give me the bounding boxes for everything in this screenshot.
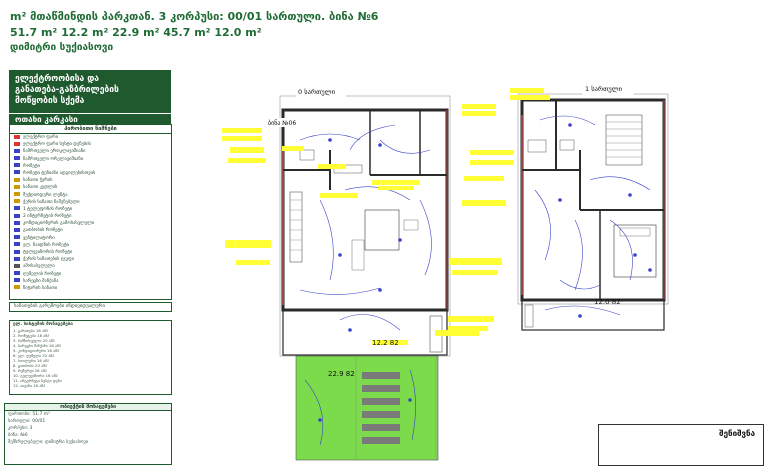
wire [349,124,396,151]
plan-1-terrace-unit [524,304,534,328]
wire [544,305,621,316]
plan-0-step [362,372,400,379]
plan-floor-1 [448,84,669,331]
annotation-tag [448,326,488,331]
light-symbol [568,123,572,127]
annotation-tag [470,160,514,165]
light-symbol [558,198,562,202]
plan-0-table [364,209,400,251]
area-garden: 22.9 82 [328,370,355,378]
light-symbol [578,314,582,318]
annotation-tag [222,128,262,133]
wire [559,279,601,290]
annotation-tag [318,164,346,169]
stamp-label: შენიშვნა [719,429,755,438]
plan-0-chairs [351,239,365,271]
plan-1-toilet [559,139,575,151]
light-symbol [648,268,652,272]
annotation-tag [448,316,494,322]
plan-1-frame [517,93,669,305]
plan-0-sink [299,149,315,161]
plan-0-step [362,398,400,405]
wire [609,219,633,281]
area-terrace-left: 12.2 82 [372,339,399,347]
stamp-box: შენიშვნა [598,424,764,466]
light-symbol [378,143,382,147]
wire [319,199,334,281]
light-symbol [378,288,382,292]
annotation-tag [228,158,266,163]
plan-0-annotations [222,128,479,345]
light-symbol [348,328,352,332]
wire [419,199,432,276]
annotation-tag [222,136,262,141]
annotation-tag [470,150,514,155]
plan-1-title: 1 სართული [585,84,623,93]
plan-0-title: 0 სართული [298,87,336,96]
light-symbol [408,398,412,402]
plan-0-step [362,385,400,392]
annotation-tag [378,186,414,190]
annotation-tag [510,95,550,100]
annotation-tag [450,258,502,265]
annotation-tag [282,146,304,151]
plan-0-garden [295,355,439,461]
plan-1-symbols [558,123,652,318]
plan-0-step [362,424,400,431]
plan-0-shelf [289,191,303,263]
light-symbol [398,238,402,242]
plan-1-pillow [619,227,651,237]
light-symbol [628,193,632,197]
apt-label: ბინა №06 [268,120,296,127]
plan-1-sink [527,139,547,153]
light-symbol [338,253,342,257]
wire [534,189,551,261]
wire [589,176,651,191]
plan-1-terrace [521,299,665,331]
light-symbol [328,138,332,142]
plan-0-fixture [403,219,419,231]
annotation-tag [225,240,271,248]
annotation-tag [510,88,544,93]
plan-0-step [362,437,400,444]
plan-1-outer-wall [520,98,666,302]
floor-plans: 0 სართული 1 სართული ბინა №06 12.2 82 22.… [222,84,669,461]
annotation-tag [462,200,506,206]
annotation-tag [462,111,496,116]
plan-0-terrace [282,309,448,356]
wire [299,287,381,295]
annotation-tag [236,260,270,265]
wire [539,115,596,126]
plan-0-step [362,411,400,418]
light-symbol [318,418,322,422]
annotation-tag [464,176,504,181]
plan-1-wiring [534,115,651,316]
area-terrace-right: 12.0 82 [594,298,621,306]
annotation-tag [452,270,498,275]
annotation-tag [320,193,358,198]
wire [574,219,583,291]
wire [339,314,401,331]
plan-floor-0 [222,88,479,461]
light-symbol [633,253,637,257]
annotation-tag [462,104,496,109]
annotation-tag [230,147,264,153]
plan-1-stairs [605,114,643,166]
annotation-tag [372,180,420,185]
plan-1-annotations [448,88,550,331]
wire [379,139,431,154]
